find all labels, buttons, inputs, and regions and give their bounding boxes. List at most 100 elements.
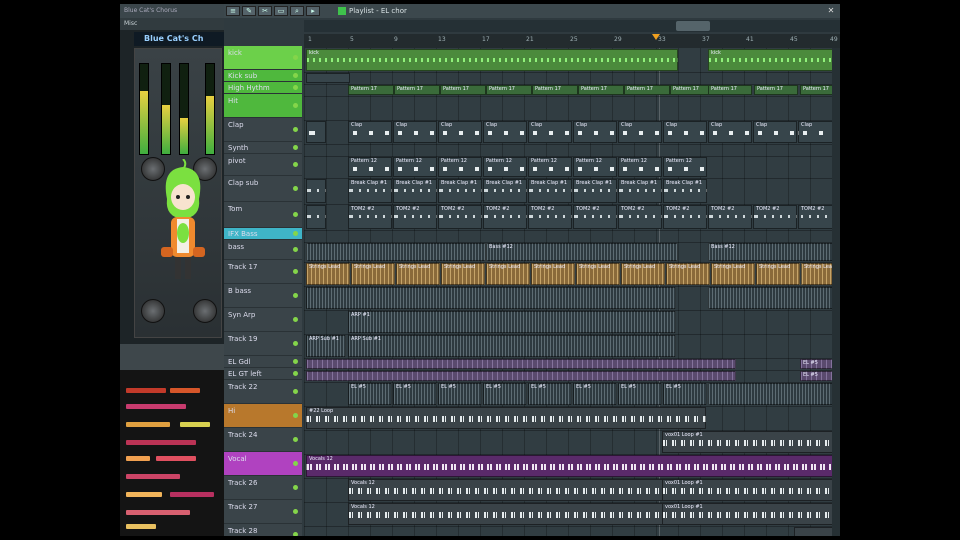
pattern-clip[interactable]: Strings Lead [666, 263, 710, 285]
pattern-clip[interactable] [306, 243, 486, 261]
track-header[interactable]: pivot [224, 154, 302, 176]
mute-led-icon[interactable] [293, 508, 298, 514]
pattern-clip[interactable]: Pattern 12 [663, 157, 707, 177]
mute-led-icon[interactable] [293, 54, 298, 60]
pattern-clip[interactable]: kick [708, 49, 840, 71]
pattern-clip[interactable]: Pattern 17 [532, 85, 578, 95]
pattern-clip[interactable]: Vocals 12 [348, 503, 664, 525]
pattern-clip[interactable]: Pattern 12 [438, 157, 482, 177]
pattern-clip[interactable]: Pattern 17 [624, 85, 670, 95]
draw-tool-icon[interactable]: ✎ [242, 6, 256, 16]
track-header[interactable]: EL GT left [224, 368, 302, 380]
track-header[interactable]: Hi [224, 404, 302, 428]
pattern-clip[interactable]: EL #5 [348, 383, 392, 405]
pattern-clip[interactable]: Pattern 12 [618, 157, 662, 177]
pattern-clip[interactable]: TOM2 #2 [348, 205, 392, 229]
track-header[interactable]: Track 22 [224, 380, 302, 404]
track-header[interactable]: Tom [224, 202, 302, 228]
track-header[interactable]: Clap [224, 118, 302, 142]
pattern-clip[interactable]: Break Clap #1 [393, 179, 437, 203]
mute-led-icon[interactable] [293, 246, 298, 252]
mute-led-icon[interactable] [293, 268, 298, 274]
vertical-scrollbar[interactable] [832, 48, 840, 536]
scrollbar-thumb[interactable] [676, 21, 710, 31]
pattern-clip[interactable]: Pattern 17 [578, 85, 624, 95]
pattern-clip[interactable] [306, 371, 736, 381]
mute-led-icon[interactable] [293, 102, 298, 108]
track-header[interactable]: Track 27 [224, 500, 302, 524]
pattern-clip[interactable]: EL #5 [438, 383, 482, 405]
pattern-clip[interactable]: Pattern 17 [708, 85, 752, 95]
mute-led-icon[interactable] [293, 126, 298, 132]
pattern-clip[interactable] [306, 205, 326, 229]
track-header[interactable]: Track 24 [224, 428, 302, 452]
pattern-clip[interactable]: vox01 Loop #1 [662, 479, 840, 501]
pattern-clip[interactable]: TOM2 #2 [573, 205, 617, 229]
pattern-clip[interactable]: vox01 Loop #1 [662, 431, 840, 453]
pattern-clip[interactable] [306, 73, 350, 83]
play-tool-icon[interactable]: ▸ [306, 6, 320, 16]
mute-led-icon[interactable] [293, 84, 298, 90]
plugin-window-title[interactable]: Blue Cat's Chorus [120, 4, 224, 18]
pattern-clip[interactable]: ARP Sub #1 [348, 335, 676, 357]
timeline-ruler[interactable]: 1 5 9 13 17 21 25 29 33 37 41 45 49 [304, 34, 840, 49]
pattern-clip[interactable]: EL #5 [528, 383, 572, 405]
track-row[interactable] [304, 526, 840, 536]
track-header[interactable]: Track 17 [224, 260, 302, 284]
pattern-clip[interactable]: Strings Lead [486, 263, 530, 285]
pattern-clip[interactable]: vox01 Loop #1 [662, 503, 840, 525]
track-header[interactable]: Track 28 [224, 524, 302, 536]
pattern-clip[interactable]: Pattern 12 [573, 157, 617, 177]
playlist-grid[interactable]: kick kick Pattern 17 Pattern 17 Pattern 17 Pa… [304, 48, 840, 536]
pattern-clip[interactable] [306, 179, 326, 203]
mute-led-icon[interactable] [293, 388, 298, 394]
mute-led-icon[interactable] [293, 340, 298, 346]
pattern-clip[interactable]: Pattern 17 [348, 85, 394, 95]
mute-led-icon[interactable] [293, 412, 298, 418]
pattern-clip[interactable]: EL #5 [393, 383, 437, 405]
pattern-clip[interactable]: TOM2 #2 [708, 205, 752, 229]
pattern-clip[interactable]: Pattern 12 [483, 157, 527, 177]
pattern-clip[interactable]: Clap [663, 121, 707, 143]
pattern-clip[interactable]: kick [306, 49, 678, 71]
pattern-clip[interactable]: Pattern 12 [528, 157, 572, 177]
pattern-clip[interactable]: Strings Lead [396, 263, 440, 285]
pattern-clip[interactable]: Break Clap #1 [438, 179, 482, 203]
pattern-clip[interactable]: Break Clap #1 [573, 179, 617, 203]
pattern-clip[interactable]: EL #5 [618, 383, 662, 405]
plugin-preset-label[interactable]: Misc [120, 18, 224, 30]
pattern-clip[interactable] [708, 383, 840, 405]
pattern-clip[interactable]: Break Clap #1 [618, 179, 662, 203]
pattern-clip[interactable] [306, 121, 326, 143]
track-header[interactable]: Syn Arp [224, 308, 302, 332]
pattern-clip[interactable]: Clap [528, 121, 572, 143]
song-position-marker[interactable] [652, 34, 660, 40]
pattern-clip[interactable]: Strings Lead [576, 263, 620, 285]
mute-led-icon[interactable] [293, 484, 298, 490]
track-header[interactable]: High Hythm [224, 82, 302, 94]
pattern-clip[interactable]: TOM2 #2 [393, 205, 437, 229]
pattern-clip[interactable]: Strings Lead [756, 263, 800, 285]
pattern-clip[interactable]: ARP #1 [348, 311, 676, 333]
pattern-clip[interactable]: Strings Lead [441, 263, 485, 285]
track-header[interactable]: Track 26 [224, 476, 302, 500]
pattern-clip[interactable]: TOM2 #2 [663, 205, 707, 229]
mute-led-icon[interactable] [293, 161, 298, 167]
track-header[interactable]: EL Gdl [224, 356, 302, 368]
mute-led-icon[interactable] [293, 370, 298, 376]
mute-led-icon[interactable] [293, 72, 298, 78]
select-tool-icon[interactable]: ▭ [274, 6, 288, 16]
track-row[interactable] [304, 96, 840, 121]
track-header[interactable]: Track 19 [224, 332, 302, 356]
horizontal-scrollbar[interactable] [304, 20, 840, 32]
mute-led-icon[interactable] [293, 230, 298, 236]
pattern-clip[interactable]: EL #5 [483, 383, 527, 405]
pattern-clip[interactable] [306, 287, 676, 309]
mute-led-icon[interactable] [293, 436, 298, 442]
pattern-clip[interactable]: Pattern 17 [486, 85, 532, 95]
track-header[interactable]: Vocal [224, 452, 302, 476]
pattern-clip[interactable]: TOM2 #2 [528, 205, 572, 229]
pattern-clip[interactable]: EL #5 [663, 383, 707, 405]
pattern-clip[interactable]: Pattern 17 [440, 85, 486, 95]
pattern-clip[interactable]: TOM2 #2 [753, 205, 797, 229]
